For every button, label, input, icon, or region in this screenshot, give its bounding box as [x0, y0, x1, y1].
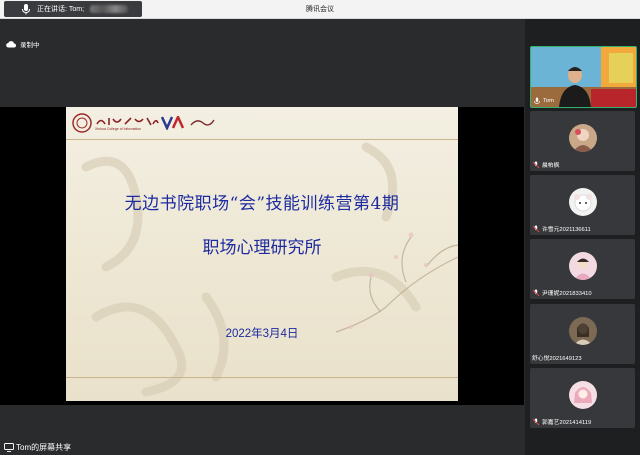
cloud-icon	[6, 41, 16, 48]
participant-caption: 许雪元2021136611	[532, 224, 591, 233]
college-seal-icon	[72, 113, 92, 133]
slide-date: 2022年3月4日	[225, 328, 299, 340]
participant-caption: 尹珊妮2021833410	[532, 288, 592, 297]
mic-muted-icon	[532, 161, 540, 168]
va-logo-icon	[161, 116, 185, 130]
slide-logos: Xinhua College of Information	[72, 113, 215, 133]
participant-avatar	[569, 188, 597, 216]
slide-top-rule	[66, 139, 458, 140]
recording-indicator[interactable]: 录制中	[6, 39, 40, 49]
participant-avatar	[569, 252, 597, 280]
mic-muted-icon	[532, 225, 540, 232]
recording-label: 录制中	[20, 42, 40, 49]
participant-name: 尹珊妮2021833410	[542, 291, 592, 297]
screen-share-icon	[4, 443, 14, 452]
participant-name: 郭嘉艺2021414119	[542, 420, 592, 426]
mic-muted-icon	[532, 289, 540, 296]
participant-name: Tom	[543, 98, 554, 104]
presentation-slide: Xinhua College of Information 无边书院职场“会”技…	[66, 107, 458, 401]
slide-bottom-rule	[66, 377, 458, 378]
participant-tile[interactable]: 许雪元2021136611	[530, 175, 635, 235]
participant-tile[interactable]: 晨帕枫	[530, 111, 635, 171]
brand-swirl-logo	[190, 119, 215, 126]
screen-share-indicator[interactable]: Tom的屏幕共享	[4, 442, 71, 453]
mic-muted-icon	[532, 418, 540, 425]
slide-title-line1: 无边书院职场“会”技能训练营第4期	[124, 194, 400, 214]
participant-avatar	[569, 124, 597, 152]
college-english-name: Xinhua College of Information	[95, 126, 142, 131]
bottom-bar: Tom的屏幕共享	[0, 439, 524, 455]
participant-caption: 郭嘉艺2021414119	[532, 417, 591, 426]
main-stage: 录制中 Xinhua College of Information 无边书院职场…	[0, 19, 524, 439]
participant-sidebar[interactable]: Tom 晨帕枫 许雪元2021136611 尹珊妮2021833410 舒心悦2…	[525, 19, 640, 455]
participant-caption: 舒心悦2021649123	[532, 353, 582, 362]
mic-icon	[534, 97, 540, 104]
shared-screen: Xinhua College of Information 无边书院职场“会”技…	[0, 107, 524, 405]
participant-tile[interactable]: 郭嘉艺2021414119	[530, 368, 635, 428]
participant-tile-tom[interactable]: Tom	[530, 46, 637, 108]
title-bar: 正在讲话: Tom; 腾讯会议	[0, 0, 640, 19]
participant-name: 许雪元2021136611	[542, 227, 591, 233]
college-name-logo	[96, 116, 159, 125]
screen-share-label: Tom的屏幕共享	[16, 443, 72, 452]
participant-avatar	[569, 317, 597, 345]
slide-title-line2: 职场心理研究所	[202, 238, 322, 258]
participant-name: 晨帕枫	[542, 163, 560, 169]
participant-tile[interactable]: 舒心悦2021649123	[530, 304, 635, 364]
participant-caption: 晨帕枫	[532, 160, 559, 169]
app-title: 腾讯会议	[306, 6, 334, 13]
participant-avatar	[569, 381, 597, 409]
participant-caption: Tom	[533, 97, 554, 105]
participant-tile[interactable]: 尹珊妮2021833410	[530, 239, 635, 299]
participant-name: 舒心悦2021649123	[532, 356, 582, 362]
